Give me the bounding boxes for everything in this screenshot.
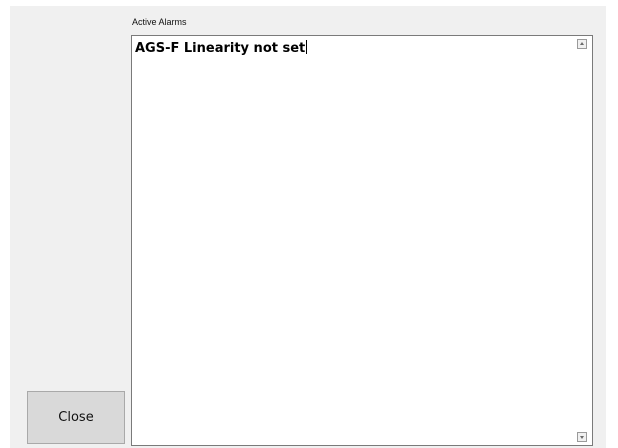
active-alarms-textarea[interactable]: AGS-F Linearity not set xyxy=(131,35,593,446)
scroll-up-button[interactable] xyxy=(577,39,587,49)
alarm-text-content: AGS-F Linearity not set xyxy=(135,40,308,56)
vertical-scrollbar[interactable] xyxy=(575,36,592,445)
alarm-dialog: Active Alarms AGS-F Linearity not set Cl… xyxy=(10,6,606,448)
scroll-down-arrow-icon xyxy=(580,436,584,439)
close-button[interactable]: Close xyxy=(27,391,125,444)
text-caret xyxy=(306,40,308,54)
alarm-line: AGS-F Linearity not set xyxy=(135,41,306,56)
active-alarms-label: Active Alarms xyxy=(132,17,187,27)
scroll-down-button[interactable] xyxy=(577,432,587,442)
scroll-up-arrow-icon xyxy=(580,42,584,45)
